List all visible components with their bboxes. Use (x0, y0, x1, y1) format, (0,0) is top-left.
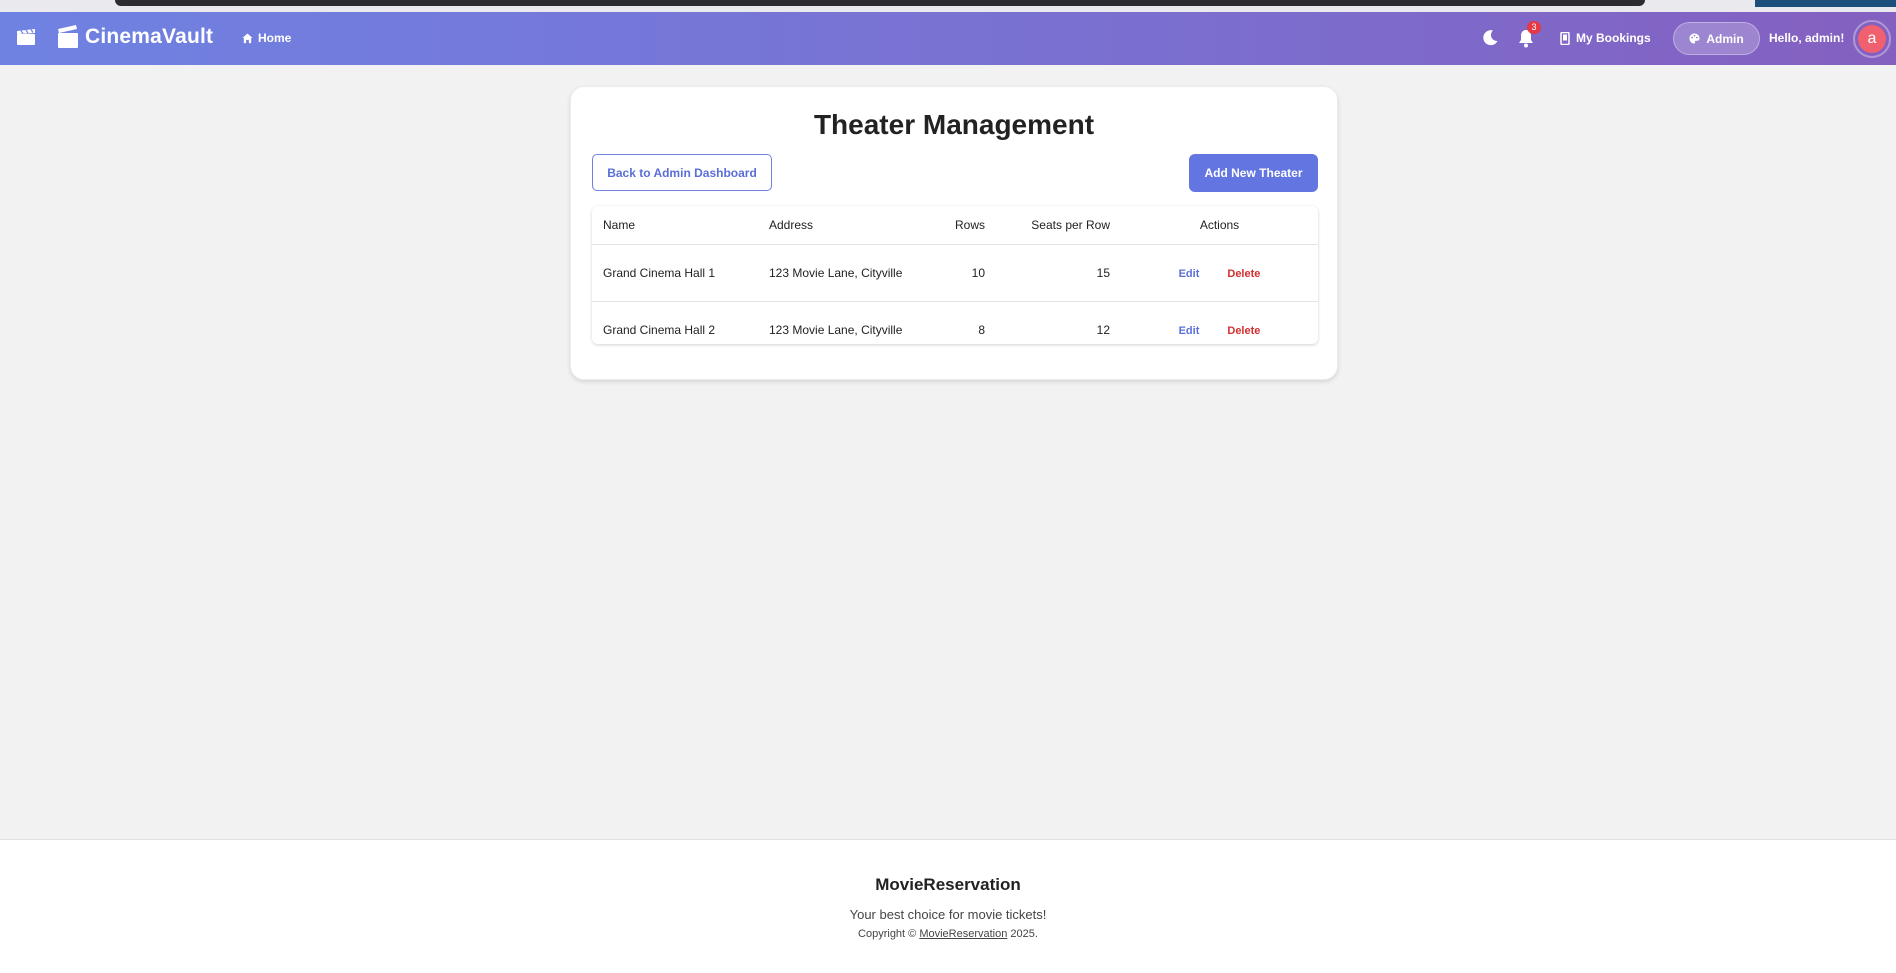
theater-rows: 8 (978, 322, 985, 337)
theater-seats-per-row: 12 (1096, 322, 1110, 337)
nav-home-label: Home (258, 31, 292, 45)
theater-name: Grand Cinema Hall 1 (592, 244, 758, 302)
theaters-table-container: Name Address Rows Seats per Row Actions … (592, 206, 1318, 344)
phone-icon (1560, 31, 1570, 45)
row-actions: Edit Delete (1121, 301, 1318, 344)
moon-icon[interactable] (1481, 29, 1499, 47)
palette-icon (1689, 33, 1700, 44)
clapperboard-menu-icon[interactable] (16, 28, 36, 46)
column-header-name: Name (592, 206, 758, 245)
nav-home-link[interactable]: Home (242, 31, 291, 45)
footer-title: MovieReservation (875, 875, 1021, 894)
browser-tab-bar (115, 0, 1645, 6)
theater-address: 123 Movie Lane, Cityville (769, 322, 903, 337)
top-navbar: CinemaVault Home 3 My Bookings Admin Hel… (0, 12, 1896, 65)
theater-address: 123 Movie Lane, Cityville (758, 244, 920, 302)
avatar: a (1858, 25, 1886, 53)
theaters-table: Name Address Rows Seats per Row Actions … (592, 206, 1318, 344)
notification-badge: 3 (1527, 21, 1541, 34)
theater-rows: 10 (920, 244, 996, 302)
browser-top-strip (0, 0, 1896, 12)
table-header-row: Name Address Rows Seats per Row Actions (592, 206, 1318, 245)
column-header-address: Address (758, 206, 920, 245)
table-row: Grand Cinema Hall 2 123 Movie Lane, City… (592, 301, 1318, 344)
nav-my-bookings[interactable]: My Bookings (1560, 31, 1651, 45)
back-to-admin-dashboard-button[interactable]: Back to Admin Dashboard (592, 154, 772, 191)
copyright-suffix: 2025. (1007, 928, 1038, 940)
theater-management-card: Theater Management Back to Admin Dashboa… (570, 86, 1338, 380)
delete-theater-link[interactable]: Delete (1227, 268, 1260, 280)
browser-top-accent (1755, 0, 1896, 7)
user-avatar-button[interactable]: a (1853, 20, 1891, 58)
add-new-theater-button[interactable]: Add New Theater (1189, 154, 1318, 192)
footer-home-link[interactable]: MovieReservation (919, 928, 1007, 940)
row-actions: Edit Delete (1121, 244, 1318, 302)
home-icon (242, 32, 253, 43)
brand-logo[interactable]: CinemaVault (57, 25, 213, 49)
page-title: Theater Management (813, 109, 1095, 140)
delete-theater-link[interactable]: Delete (1227, 325, 1260, 337)
edit-theater-link[interactable]: Edit (1179, 268, 1200, 280)
footer-copyright: Copyright © MovieReservation 2025. (0, 928, 1896, 940)
user-greeting: Hello, admin! (1769, 31, 1845, 45)
footer-tagline: Your best choice for movie tickets! (849, 907, 1047, 922)
nav-admin-label: Admin (1706, 31, 1744, 46)
column-header-seats-per-row: Seats per Row (996, 206, 1121, 245)
brand-name: CinemaVault (85, 25, 214, 48)
column-header-actions: Actions (1121, 206, 1318, 245)
edit-theater-link[interactable]: Edit (1179, 325, 1200, 337)
clapperboard-icon (58, 25, 78, 48)
theater-seats-per-row: 15 (996, 244, 1121, 302)
nav-my-bookings-label: My Bookings (1576, 31, 1651, 45)
theater-name: Grand Cinema Hall 2 (603, 322, 716, 337)
table-row: Grand Cinema Hall 1 123 Movie Lane, City… (592, 244, 1318, 302)
nav-admin-button[interactable]: Admin (1673, 22, 1760, 55)
copyright-prefix: Copyright © (858, 928, 920, 940)
page-footer: MovieReservation Your best choice for mo… (0, 839, 1896, 973)
column-header-rows: Rows (920, 206, 996, 245)
